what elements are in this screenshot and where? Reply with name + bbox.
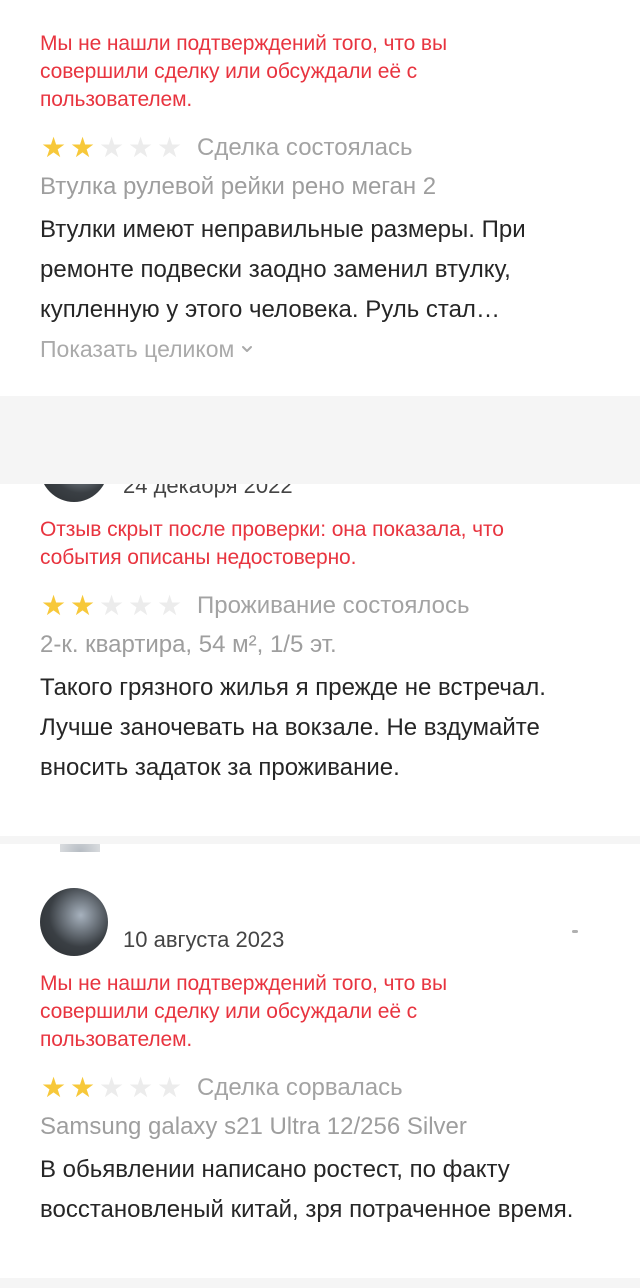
- separator-band: [0, 836, 640, 844]
- star-empty-icon: ★: [127, 1072, 154, 1103]
- avatar: [40, 888, 108, 956]
- star-filled-icon: ★: [69, 1072, 96, 1103]
- star-rating: ★ ★ ★ ★ ★: [40, 591, 183, 621]
- rating-row: ★ ★ ★ ★ ★ Сделка состоялась: [40, 133, 634, 163]
- deal-status: Проживание состоялось: [197, 592, 470, 619]
- star-filled-icon: ★: [40, 1072, 67, 1103]
- show-more-link[interactable]: Показать целиком: [40, 334, 634, 364]
- review-date: 24 декабря 2022: [123, 484, 293, 498]
- deal-status: Сделка сорвалась: [197, 1074, 403, 1101]
- star-empty-icon: ★: [156, 132, 183, 163]
- star-empty-icon: ★: [98, 132, 125, 163]
- star-filled-icon: ★: [69, 132, 96, 163]
- star-empty-icon: ★: [156, 1072, 183, 1103]
- star-empty-icon: ★: [98, 590, 125, 621]
- review-text: В обьявлении написано ростест, по факту …: [40, 1156, 574, 1223]
- show-more-label: Показать целиком: [40, 336, 235, 362]
- avatar: [40, 484, 108, 502]
- review-warning: Мы не нашли подтверждений того, что вы с…: [40, 32, 447, 111]
- review-card: Мы не нашли подтверждений того, что вы с…: [10, 0, 634, 396]
- review-text: Такого грязного жилья я прежде не встреч…: [40, 674, 546, 781]
- star-empty-icon: ★: [156, 590, 183, 621]
- item-title: Втулка рулевой рейки рено меган 2: [40, 173, 437, 200]
- review-warning: Мы не нашли подтверждений того, что вы с…: [40, 972, 447, 1051]
- star-filled-icon: ★: [40, 132, 67, 163]
- rating-row: ★ ★ ★ ★ ★ Сделка сорвалась: [40, 1073, 600, 1103]
- rating-row: ★ ★ ★ ★ ★ Проживание состоялось: [40, 591, 600, 621]
- star-empty-icon: ★: [127, 590, 154, 621]
- deal-status: Сделка состоялась: [197, 134, 413, 161]
- chevron-down-icon: [242, 346, 253, 352]
- review-body: Отзыв скрыт после проверки: она показала…: [40, 516, 600, 788]
- review-warning: Отзыв скрыт после проверки: она показала…: [40, 518, 504, 569]
- star-rating: ★ ★ ★ ★ ★: [40, 1073, 183, 1103]
- review-card: 24 декабря 2022 Отзыв скрыт после провер…: [10, 484, 634, 836]
- avatar: [60, 844, 100, 852]
- review-text: Втулки имеют неправильные размеры. При р…: [40, 216, 526, 323]
- star-empty-icon: ★: [98, 1072, 125, 1103]
- star-filled-icon: ★: [69, 590, 96, 621]
- star-filled-icon: ★: [40, 590, 67, 621]
- review-body: Мы не нашли подтверждений того, что вы с…: [40, 970, 600, 1230]
- review-card: 10 августа 2023 Мы не нашли подтверждени…: [10, 844, 634, 1278]
- star-rating: ★ ★ ★ ★ ★: [40, 133, 183, 163]
- item-title: 2-к. квартира, 54 м², 1/5 эт.: [40, 631, 337, 658]
- star-empty-icon: ★: [127, 132, 154, 163]
- more-options-icon[interactable]: [572, 930, 578, 933]
- separator-band: [0, 1278, 640, 1288]
- review-date: 10 августа 2023: [123, 927, 285, 952]
- separator-band: [0, 396, 640, 484]
- item-title: Samsung galaxy s21 Ultra 12/256 Silver: [40, 1113, 467, 1140]
